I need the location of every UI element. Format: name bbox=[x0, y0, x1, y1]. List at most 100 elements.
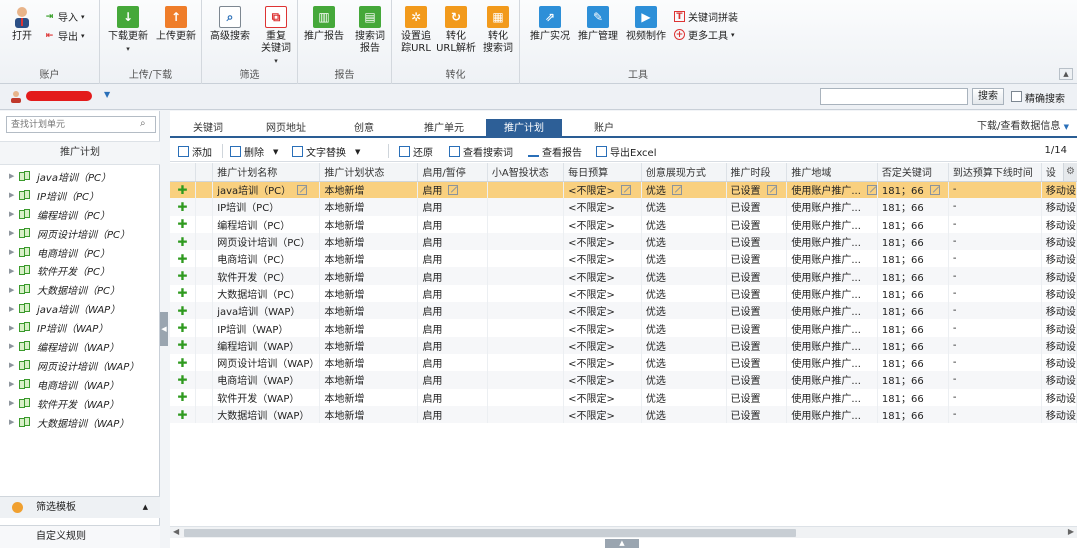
cell-name[interactable]: 电商培训（WAP） bbox=[212, 371, 321, 389]
plan-unit-search-input[interactable] bbox=[6, 116, 156, 133]
tab-0[interactable]: 关键词 bbox=[170, 119, 246, 138]
plan-tree-item[interactable]: ▶ IP培训（PC） bbox=[0, 186, 160, 205]
cell-offline[interactable]: - bbox=[948, 181, 1042, 199]
plan-tree-item[interactable]: ▶ 电商培训（PC） bbox=[0, 243, 160, 262]
table-row[interactable]: ✚ 电商培训（WAP） 本地新增 启用 <不限定> 优选 已设置 使用账户推广... 181；6… bbox=[170, 371, 1077, 389]
column-settings-gear-icon[interactable]: ⚙ bbox=[1063, 163, 1077, 181]
cell-negative[interactable]: 181；66 bbox=[877, 232, 949, 251]
table-row[interactable]: ✚ java培训（PC） 本地新增 启用 <不限定> 优选 已设置 使用账户推广... 181；… bbox=[170, 181, 1077, 199]
cell-schedule[interactable]: 已设置 bbox=[726, 250, 788, 268]
column-header[interactable]: 推广计划状态 bbox=[319, 163, 419, 182]
cell-device[interactable]: 移动设 bbox=[1041, 198, 1077, 216]
plan-tree-item[interactable]: ▶ IP培训（WAP） bbox=[0, 318, 160, 337]
cell-status[interactable]: 本地新增 bbox=[319, 405, 419, 424]
edit-pencil-icon[interactable] bbox=[866, 185, 877, 196]
expand-arrow-icon[interactable]: ▶ bbox=[9, 418, 19, 426]
column-header[interactable]: 创意展现方式 bbox=[641, 163, 727, 182]
plan-tree-item[interactable]: ▶ 编程培训（PC） bbox=[0, 205, 160, 224]
plan-tree-item[interactable]: ▶ 大数据培训（WAP） bbox=[0, 413, 160, 432]
cell-negative[interactable]: 181；66 bbox=[877, 388, 949, 406]
account-dropdown-caret[interactable]: ▼ bbox=[104, 90, 110, 99]
cell-enabled[interactable]: 启用 bbox=[417, 336, 488, 354]
cell-smart[interactable] bbox=[487, 319, 565, 337]
cell-schedule[interactable]: 已设置 bbox=[726, 181, 788, 199]
cell-offline[interactable]: - bbox=[948, 267, 1042, 285]
cell-schedule[interactable]: 已设置 bbox=[726, 267, 788, 285]
table-row[interactable]: ✚ java培训（WAP） 本地新增 启用 <不限定> 优选 已设置 使用账户推广... 181… bbox=[170, 302, 1077, 320]
cell-negative[interactable]: 181；66 bbox=[877, 336, 949, 354]
collapse-ribbon-button[interactable]: ▲ bbox=[1059, 68, 1073, 80]
cell-offline[interactable]: - bbox=[948, 388, 1042, 406]
cell-status[interactable]: 本地新增 bbox=[319, 319, 419, 337]
cell-offline[interactable]: - bbox=[948, 353, 1042, 372]
cell-status[interactable]: 本地新增 bbox=[319, 336, 419, 354]
cell-display[interactable]: 优选 bbox=[641, 198, 727, 216]
cell-region[interactable]: 使用账户推广... bbox=[786, 215, 878, 233]
cell-enabled[interactable]: 启用 bbox=[417, 181, 488, 199]
cell-display[interactable]: 优选 bbox=[641, 181, 727, 199]
expand-arrow-icon[interactable]: ▶ bbox=[9, 342, 19, 350]
cell-status[interactable]: 本地新增 bbox=[319, 198, 419, 216]
cell-display[interactable]: 优选 bbox=[641, 388, 727, 406]
cell-status[interactable]: 本地新增 bbox=[319, 267, 419, 285]
cell-name[interactable]: java培训（PC） bbox=[212, 181, 321, 199]
tab-3[interactable]: 推广单元 bbox=[406, 119, 482, 138]
cell-schedule[interactable]: 已设置 bbox=[726, 388, 788, 406]
cell-region[interactable]: 使用账户推广... bbox=[786, 319, 878, 337]
cell-device[interactable]: 移动设 bbox=[1041, 267, 1077, 285]
expand-arrow-icon[interactable]: ▶ bbox=[9, 399, 19, 407]
export-button[interactable]: ⇤ 导出 ▾ bbox=[44, 28, 85, 44]
expand-arrow-icon[interactable]: ▶ bbox=[9, 172, 19, 180]
edit-pencil-icon[interactable] bbox=[671, 185, 682, 196]
cell-smart[interactable] bbox=[487, 371, 565, 389]
expand-arrow-icon[interactable]: ▶ bbox=[9, 361, 19, 369]
expand-arrow-icon[interactable]: ▶ bbox=[9, 248, 19, 256]
cell-status[interactable]: 本地新增 bbox=[319, 232, 419, 251]
search-button[interactable]: 搜索 bbox=[972, 88, 1004, 105]
tab-2[interactable]: 创意 bbox=[326, 119, 402, 138]
search-term-report-button[interactable]: ▤ 搜索词 报告 bbox=[350, 6, 390, 55]
expand-arrow-icon[interactable]: ▶ bbox=[9, 380, 19, 388]
cell-enabled[interactable]: 启用 bbox=[417, 405, 488, 424]
cell-display[interactable]: 优选 bbox=[641, 284, 727, 303]
cell-device[interactable]: 移动设 bbox=[1041, 215, 1077, 233]
cell-status[interactable]: 本地新增 bbox=[319, 302, 419, 320]
cell-budget[interactable]: <不限定> bbox=[563, 302, 642, 320]
cell-device[interactable]: 移动设 bbox=[1041, 181, 1077, 199]
bottom-panel-grip[interactable]: ▲ bbox=[605, 539, 639, 548]
cell-status[interactable]: 本地新增 bbox=[319, 284, 419, 303]
cell-name[interactable]: 大数据培训（PC） bbox=[212, 284, 321, 303]
expand-arrow-icon[interactable]: ▶ bbox=[9, 324, 19, 332]
cell-status[interactable]: 本地新增 bbox=[319, 215, 419, 233]
cell-display[interactable]: 优选 bbox=[641, 353, 727, 372]
cell-enabled[interactable]: 启用 bbox=[417, 371, 488, 389]
cell-region[interactable]: 使用账户推广... bbox=[786, 371, 878, 389]
advanced-search-button[interactable]: ⌕ 高级搜索 bbox=[208, 6, 252, 43]
tab-4[interactable]: 推广计划 bbox=[486, 119, 562, 138]
cell-status[interactable]: 本地新增 bbox=[319, 353, 419, 372]
cell-enabled[interactable]: 启用 bbox=[417, 250, 488, 268]
cell-negative[interactable]: 181；66 bbox=[877, 284, 949, 303]
cell-display[interactable]: 优选 bbox=[641, 302, 727, 320]
cell-device[interactable]: 移动设 bbox=[1041, 319, 1077, 337]
cell-offline[interactable]: - bbox=[948, 215, 1042, 233]
scroll-left-icon[interactable]: ◀ bbox=[173, 527, 179, 536]
more-tools-button[interactable]: + 更多工具 ▾ bbox=[674, 27, 735, 42]
cell-budget[interactable]: <不限定> bbox=[563, 267, 642, 285]
cell-region[interactable]: 使用账户推广... bbox=[786, 232, 878, 251]
plan-tree-item[interactable]: ▶ 软件开发（PC） bbox=[0, 261, 160, 280]
expand-arrow-icon[interactable]: ▶ bbox=[9, 229, 19, 237]
cell-enabled[interactable]: 启用 bbox=[417, 319, 488, 337]
cell-budget[interactable]: <不限定> bbox=[563, 405, 642, 424]
promo-report-button[interactable]: ▥ 推广报告 bbox=[304, 6, 344, 43]
expand-arrow-icon[interactable]: ▶ bbox=[9, 305, 19, 313]
panel-splitter-handle[interactable]: ◀ bbox=[160, 312, 168, 346]
duplicate-keywords-button[interactable]: ⧉ 重复 关键词 ▾ bbox=[256, 6, 296, 67]
cell-offline[interactable]: - bbox=[948, 198, 1042, 216]
cell-status[interactable]: 本地新增 bbox=[319, 181, 419, 199]
upload-update-button[interactable]: ↑ 上传更新 bbox=[154, 6, 198, 43]
export-excel-button[interactable]: 导出Excel bbox=[596, 144, 657, 159]
cell-negative[interactable]: 181；66 bbox=[877, 302, 949, 320]
edit-pencil-icon[interactable] bbox=[766, 185, 777, 196]
cell-device[interactable]: 移动设 bbox=[1041, 232, 1077, 251]
